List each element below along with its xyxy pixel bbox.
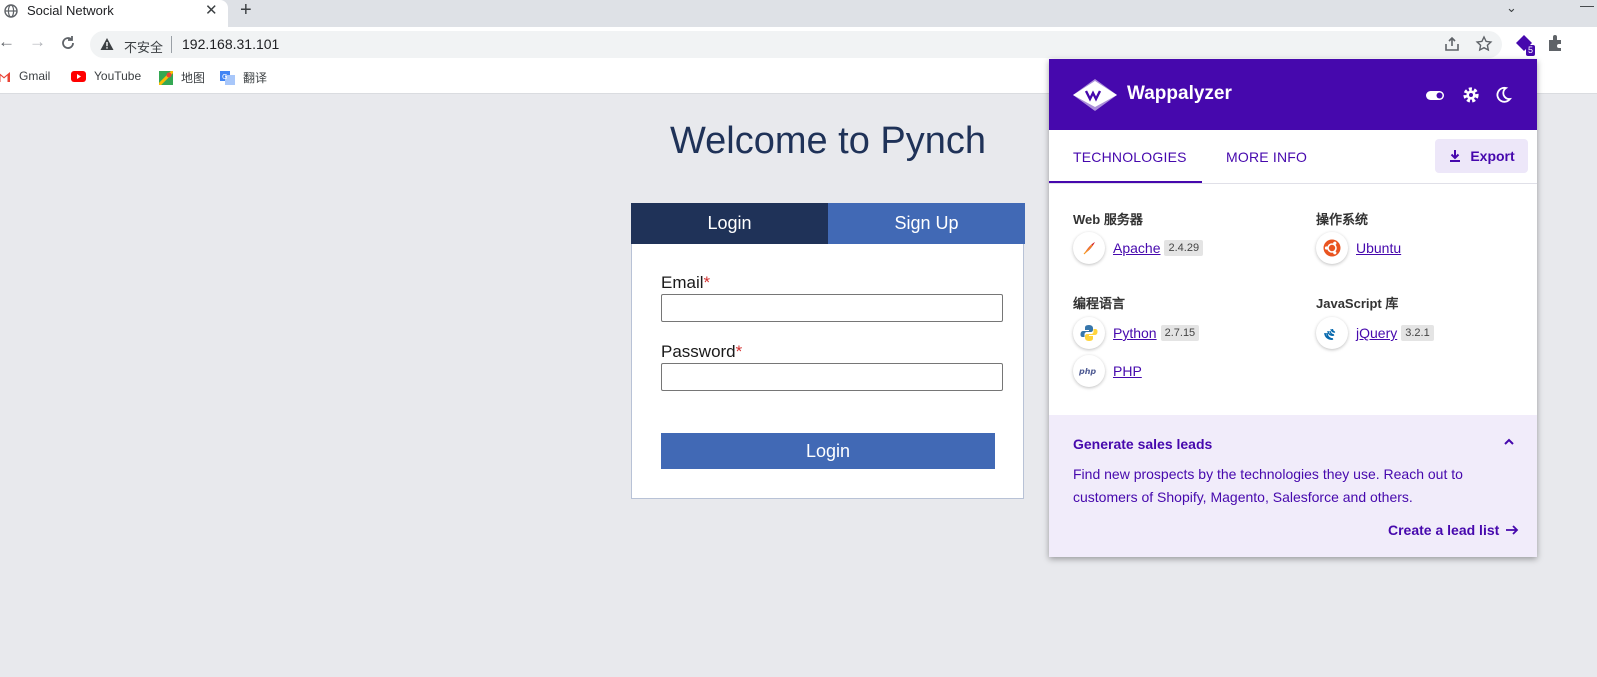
tech-version: 2.4.29 xyxy=(1164,240,1204,256)
ubuntu-icon xyxy=(1316,232,1348,264)
toggle-icon[interactable] xyxy=(1425,85,1445,105)
tab-title: Social Network xyxy=(27,3,114,18)
chevron-up-icon[interactable] xyxy=(1502,435,1516,449)
globe-icon xyxy=(4,4,18,18)
bookmark-translate[interactable]: G 翻译 xyxy=(220,69,267,86)
svg-text:G: G xyxy=(222,73,227,81)
password-label: Password* xyxy=(661,342,742,362)
lead-link-label: Create a lead list xyxy=(1388,522,1500,538)
bookmark-label: YouTube xyxy=(94,69,142,83)
bookmark-gmail[interactable]: Gmail xyxy=(0,69,50,83)
translate-icon: G xyxy=(220,70,235,85)
divider xyxy=(171,36,172,53)
create-lead-list-link[interactable]: Create a lead list xyxy=(1388,522,1519,538)
tab-technologies[interactable]: TECHNOLOGIES xyxy=(1073,149,1187,165)
extension-badge: 5 xyxy=(1526,45,1536,56)
back-icon[interactable]: ← xyxy=(0,32,15,52)
sales-leads-panel: Generate sales leads Find new prospects … xyxy=(1049,415,1537,557)
required-mark: * xyxy=(735,342,743,361)
warning-icon[interactable] xyxy=(100,37,114,51)
tab-strip: Social Network ✕ + ⌄ — xyxy=(0,0,1597,27)
export-label: Export xyxy=(1470,148,1515,164)
share-icon[interactable] xyxy=(1443,35,1461,53)
tech-ubuntu[interactable]: Ubuntu xyxy=(1316,232,1401,264)
url-text[interactable]: 192.168.31.101 xyxy=(182,36,279,52)
login-card: Login Sign Up Email* Password* Login xyxy=(631,203,1025,499)
export-button[interactable]: Export xyxy=(1435,139,1528,173)
tech-apache[interactable]: Apache 2.4.29 xyxy=(1073,232,1204,264)
close-tab-icon[interactable]: ✕ xyxy=(205,1,218,19)
category-web-server: Web 服务器 xyxy=(1073,212,1143,227)
bookmark-label: 翻译 xyxy=(243,71,268,85)
security-label[interactable]: 不安全 xyxy=(124,37,163,56)
chevron-down-icon[interactable]: ⌄ xyxy=(1506,0,1517,16)
tech-version: 3.2.1 xyxy=(1401,325,1434,341)
tab-login[interactable]: Login xyxy=(631,203,828,244)
bookmark-label: 地图 xyxy=(181,71,206,85)
category-os: 操作系统 xyxy=(1316,212,1369,227)
wappalyzer-header: Wappalyzer xyxy=(1049,59,1537,130)
leads-description: Find new prospects by the technologies t… xyxy=(1073,466,1463,505)
extensions-puzzle-icon[interactable] xyxy=(1544,31,1568,55)
apache-icon xyxy=(1073,232,1105,264)
password-label-text: Password xyxy=(661,342,736,361)
tab-more-info[interactable]: MORE INFO xyxy=(1226,149,1307,165)
moon-icon[interactable] xyxy=(1493,85,1513,105)
tech-python[interactable]: Python 2.7.15 xyxy=(1073,317,1200,349)
wappalyzer-tabs: TECHNOLOGIES MORE INFO Export xyxy=(1049,130,1537,184)
download-icon xyxy=(1450,150,1461,162)
php-icon: php xyxy=(1073,355,1105,387)
new-tab-icon[interactable]: + xyxy=(240,0,252,20)
browser-tab[interactable]: Social Network ✕ xyxy=(0,0,228,27)
svg-text:php: php xyxy=(1078,367,1096,376)
arrow-right-icon xyxy=(1506,525,1519,535)
address-bar[interactable]: 不安全 192.168.31.101 xyxy=(90,31,1502,58)
forward-icon[interactable]: → xyxy=(29,32,46,52)
youtube-icon xyxy=(71,70,86,82)
maps-icon xyxy=(159,70,173,85)
tech-name[interactable]: PHP xyxy=(1113,363,1142,379)
tech-name[interactable]: Python xyxy=(1113,325,1157,341)
minimize-icon[interactable]: — xyxy=(1580,0,1594,13)
tech-name[interactable]: Apache xyxy=(1113,240,1160,256)
leads-title: Generate sales leads xyxy=(1073,436,1213,452)
wappalyzer-popup: Wappalyzer TECHNOLOGIES MORE INFO Export… xyxy=(1049,59,1537,557)
active-tab-indicator xyxy=(1049,181,1202,183)
tech-php[interactable]: php PHP xyxy=(1073,355,1142,387)
bookmark-label: Gmail xyxy=(19,69,51,83)
category-javascript-libraries: JavaScript 库 xyxy=(1316,296,1399,311)
gear-icon[interactable] xyxy=(1461,85,1481,105)
email-label: Email* xyxy=(661,273,710,293)
tab-signup[interactable]: Sign Up xyxy=(828,203,1025,244)
email-field[interactable] xyxy=(661,294,1003,322)
login-button[interactable]: Login xyxy=(661,433,995,469)
wappalyzer-brand: Wappalyzer xyxy=(1127,83,1232,104)
reload-icon[interactable] xyxy=(60,35,76,51)
gmail-icon xyxy=(0,71,10,82)
tech-name[interactable]: jQuery xyxy=(1356,325,1397,341)
category-programming-languages: 编程语言 xyxy=(1073,296,1126,311)
tech-version: 2.7.15 xyxy=(1160,325,1200,341)
python-icon xyxy=(1073,317,1105,349)
bookmark-maps[interactable]: 地图 xyxy=(159,69,205,86)
star-icon[interactable] xyxy=(1475,35,1493,53)
browser-toolbar: ← → 不安全 192.168.31.101 xyxy=(0,27,1597,61)
bookmark-youtube[interactable]: YouTube xyxy=(71,69,141,83)
tech-name[interactable]: Ubuntu xyxy=(1356,240,1401,256)
email-label-text: Email xyxy=(661,273,704,292)
required-mark: * xyxy=(703,273,711,292)
tech-jquery[interactable]: jQuery 3.2.1 xyxy=(1316,317,1434,349)
jquery-icon xyxy=(1316,317,1348,349)
password-field[interactable] xyxy=(661,363,1003,391)
wappalyzer-logo-icon xyxy=(1073,79,1117,111)
